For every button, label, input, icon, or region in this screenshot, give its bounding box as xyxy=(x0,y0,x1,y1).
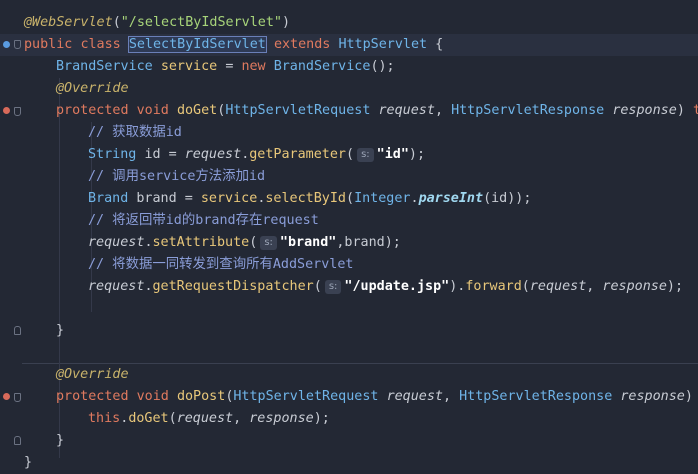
code-line-9[interactable]: Brand brand = service.selectById(Integer… xyxy=(88,188,531,210)
override-icon[interactable] xyxy=(3,393,10,400)
code-line-15[interactable]: } xyxy=(56,320,64,342)
code-line-4[interactable]: @Override xyxy=(56,78,129,100)
parameter-hint: s: xyxy=(324,280,342,294)
code-line-20[interactable]: } xyxy=(56,430,64,452)
code-line-18[interactable]: protected void doPost(HttpServletRequest… xyxy=(56,386,698,408)
comment: // 获取数据id xyxy=(88,125,182,140)
parameter-hint: s: xyxy=(357,148,374,162)
code-line-11[interactable]: request.setAttribute(s: "brand",brand); xyxy=(88,232,401,254)
code-line-13[interactable]: request.getRequestDispatcher(s: "/update.… xyxy=(88,276,683,298)
code-line-7[interactable]: String id = request.getParameter(s: "id")… xyxy=(88,144,425,166)
code-line-19[interactable]: this.doGet(request, response); xyxy=(88,408,330,430)
fold-marker-icon[interactable] xyxy=(14,40,21,49)
string-literal: "/selectByIdServlet" xyxy=(120,15,282,30)
fold-marker-icon[interactable] xyxy=(14,107,21,116)
code-line-1[interactable]: @WebServlet("/selectByIdServlet") xyxy=(24,12,290,34)
annotation: @WebServlet xyxy=(24,15,113,30)
code-line-17[interactable]: @Override xyxy=(56,364,129,386)
class-name: SelectByIdServlet xyxy=(127,36,267,53)
override-icon[interactable] xyxy=(3,107,10,114)
code-line-12[interactable]: // 将数据一同转发到查询所有AddServlet xyxy=(88,254,354,276)
comment: // 调用service方法添加id xyxy=(88,169,266,184)
editor-gutter[interactable] xyxy=(0,0,22,473)
implementation-icon[interactable] xyxy=(3,41,10,48)
code-line-6[interactable]: // 获取数据id xyxy=(88,122,182,144)
comment: // 将数据一同转发到查询所有AddServlet xyxy=(88,257,354,272)
code-editor[interactable]: @WebServlet("/selectByIdServlet") public… xyxy=(0,0,698,473)
fold-marker-icon[interactable] xyxy=(14,436,21,445)
code-line-3[interactable]: BrandService service = new BrandService(… xyxy=(56,56,395,78)
fold-marker-icon[interactable] xyxy=(14,393,21,402)
fold-marker-icon[interactable] xyxy=(14,326,21,335)
code-line-2[interactable]: public class SelectByIdServlet extends H… xyxy=(24,34,443,56)
comment: // 将返回带id的brand存在request xyxy=(88,213,319,228)
code-line-21[interactable]: } xyxy=(24,452,32,474)
code-line-5[interactable]: protected void doGet(HttpServletRequest … xyxy=(56,100,698,122)
code-line-10[interactable]: // 将返回带id的brand存在request xyxy=(88,210,319,232)
parameter-hint: s: xyxy=(260,236,277,250)
code-line-8[interactable]: // 调用service方法添加id xyxy=(88,166,265,188)
